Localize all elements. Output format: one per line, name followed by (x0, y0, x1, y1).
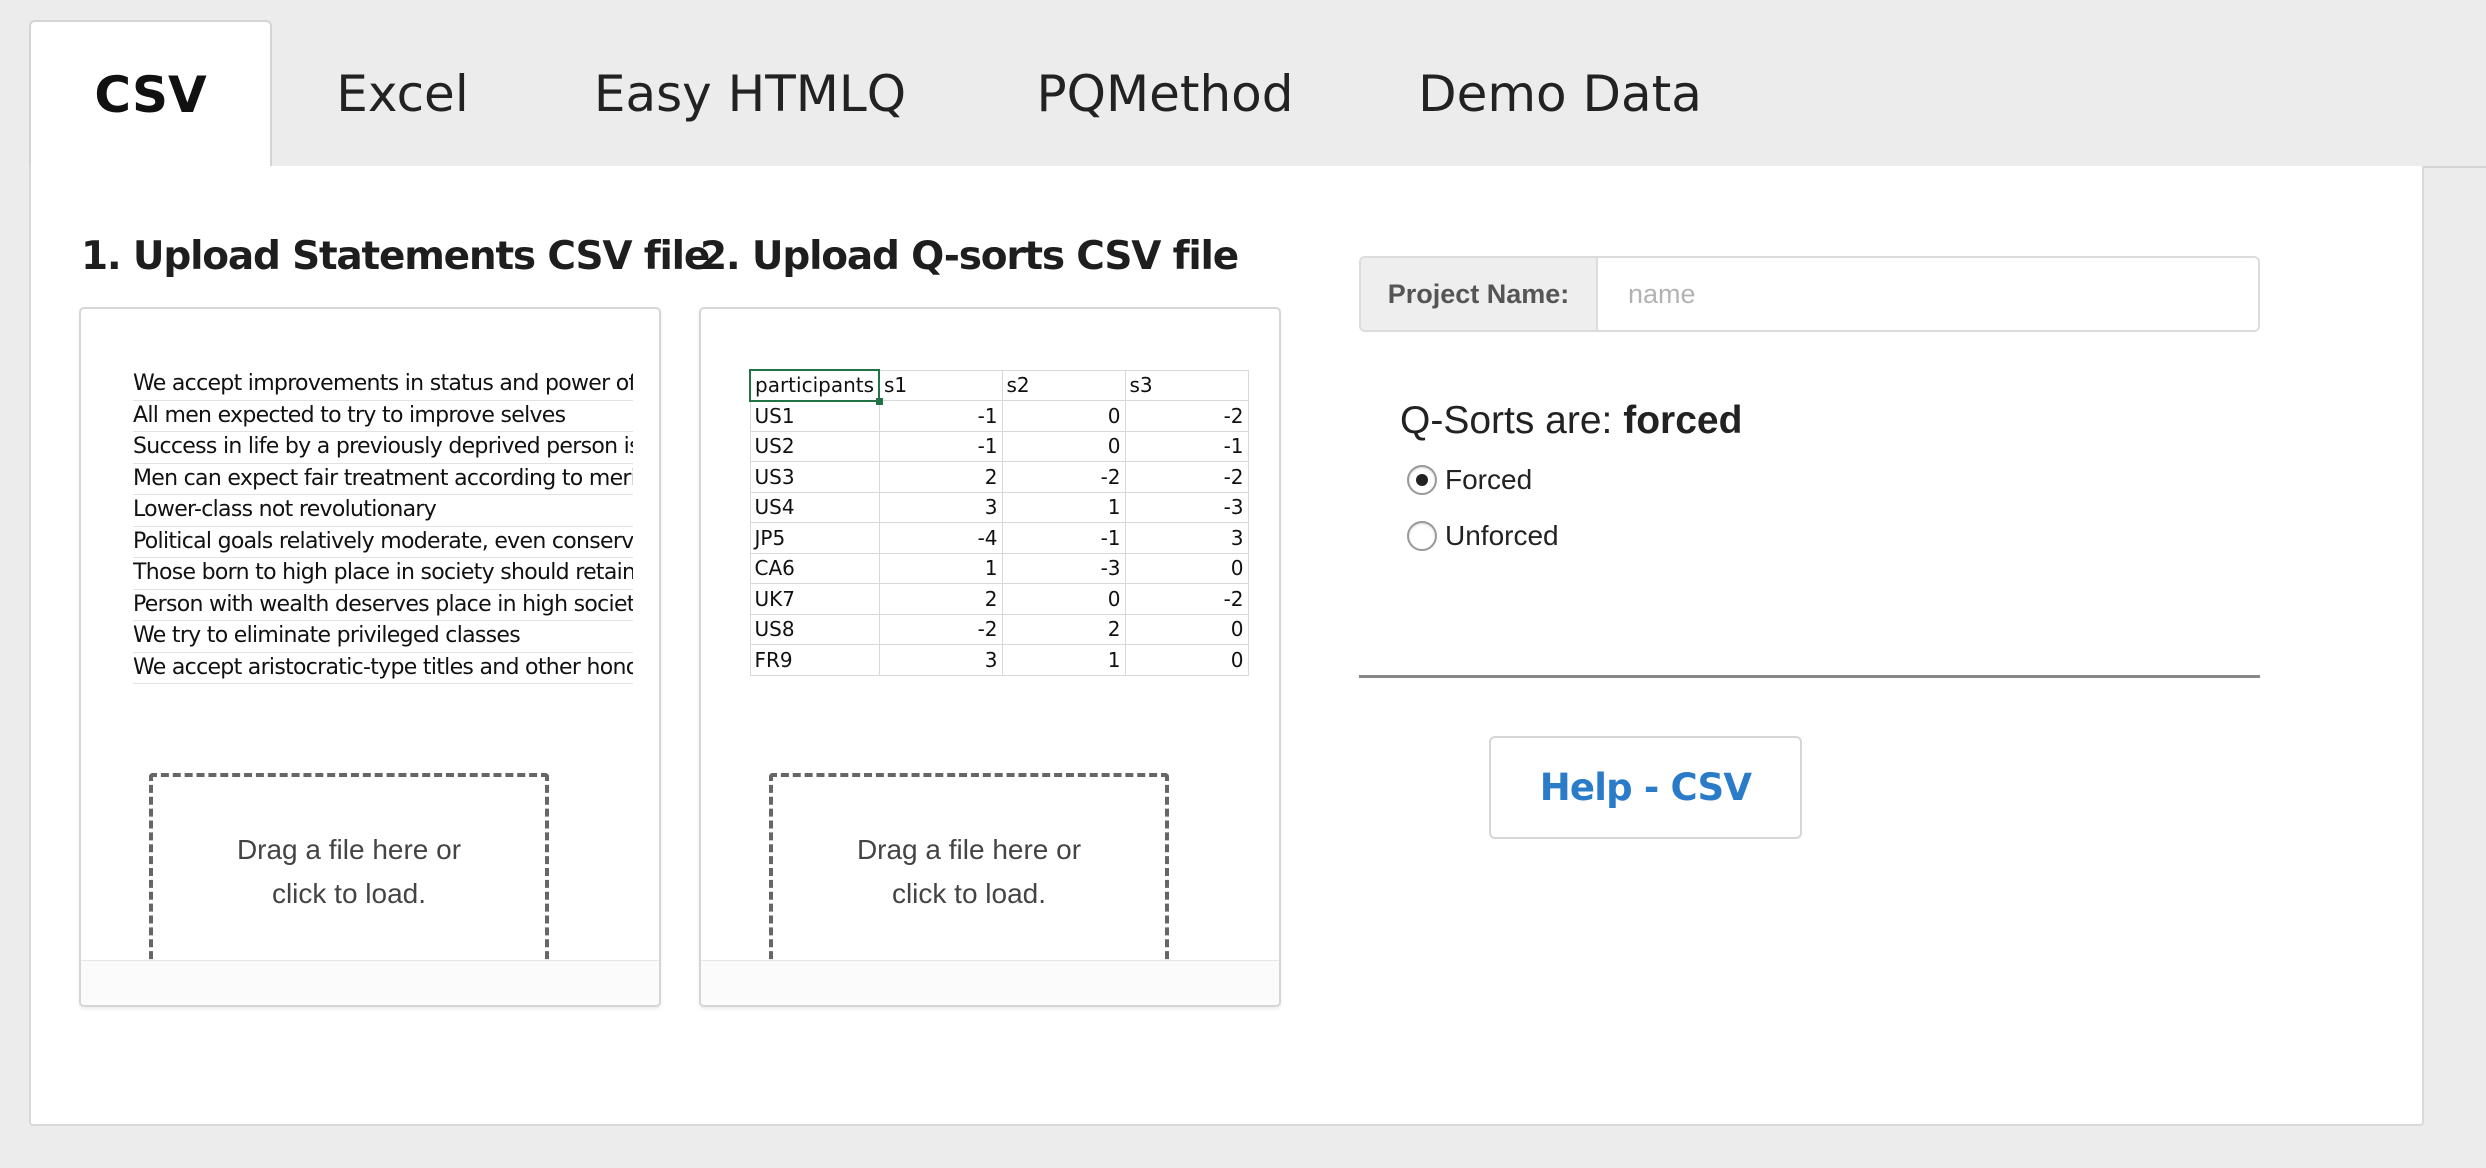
sheet-cell: -2 (1124, 461, 1249, 493)
statement-preview-row: Success in life by a previously deprived… (133, 432, 633, 464)
qsort-type-prefix: Q-Sorts are: (1400, 399, 1624, 442)
project-name-input[interactable] (1598, 258, 2258, 330)
sheet-cell: -1 (878, 430, 1003, 462)
radio-unforced[interactable] (1407, 521, 1437, 551)
sheet-cell: 1 (878, 552, 1003, 584)
sheet-cell: FR9 (749, 644, 880, 676)
radio-forced-label: Forced (1445, 464, 1533, 495)
qsorts-preview-image: participants s1 s2 s3 US1 -1 0 -2 US2 -1 0 -1 US3 2 -2… (748, 369, 1249, 676)
dropzone-text-line1: Drag a file here or (236, 834, 462, 865)
sheet-row: US8 -2 2 0 (749, 613, 1249, 645)
statement-preview-row: Political goals relatively moderate, eve… (133, 527, 633, 558)
sheet-cell: 3 (878, 491, 1003, 523)
statements-upload-title: 1. Upload Statements CSV file (81, 234, 710, 279)
sheet-row: US1 -1 0 -2 (749, 400, 1249, 432)
sheet-cell: 0 (1124, 552, 1249, 584)
project-name-label: Project Name: (1361, 258, 1598, 330)
qsorts-upload-title: 2. Upload Q-sorts CSV file (700, 234, 1239, 279)
radio-forced[interactable] (1407, 465, 1437, 495)
sheet-cell: 0 (1001, 583, 1126, 615)
tab-pqmethod[interactable]: PQMethod (1010, 20, 1320, 168)
sheet-cell: 2 (878, 583, 1003, 615)
tab-csv[interactable]: CSV (29, 20, 272, 168)
dropzone-text-line2: click to load. (891, 878, 1047, 909)
sheet-row: CA6 1 -3 0 (749, 552, 1249, 584)
sheet-cell: JP5 (749, 522, 880, 554)
sheet-cell: -4 (878, 522, 1003, 554)
sheet-row: UK7 2 0 -2 (749, 583, 1249, 615)
sheet-cell: -1 (1124, 430, 1249, 462)
statements-dropzone[interactable]: Drag a file here or click to load. (149, 773, 549, 971)
statements-upload-card: We accept improvements in status and pow… (79, 307, 661, 1007)
sheet-cell: 0 (1124, 613, 1249, 645)
sheet-cell: -3 (1124, 491, 1249, 523)
help-csv-button[interactable]: Help - CSV (1489, 736, 1802, 839)
qsort-type-heading: Q-Sorts are: forced (1400, 399, 1742, 443)
card-footer (701, 960, 1279, 1005)
sheet-row: US2 -1 0 -1 (749, 430, 1249, 462)
sheet-header-cell: s1 (878, 369, 1003, 401)
sheet-cell: US1 (749, 400, 880, 432)
sheet-header-row: participants s1 s2 s3 (748, 369, 1249, 405)
sheet-cell: 0 (1001, 430, 1126, 462)
sheet-header-cell: participants (748, 369, 885, 405)
sheet-cell: 3 (878, 644, 1003, 676)
radio-forced-option[interactable]: Forced (1407, 460, 1532, 500)
sheet-row: FR9 3 1 0 (749, 644, 1249, 676)
statement-preview-row: Men can expect fair treatment according … (133, 464, 633, 495)
sheet-cell: US8 (749, 613, 880, 645)
statement-preview-row: All men expected to try to improve selve… (133, 401, 633, 432)
sheet-cell: -2 (1124, 400, 1249, 432)
tab-demo-data[interactable]: Demo Data (1400, 20, 1720, 168)
sheet-row: US3 2 -2 -2 (749, 461, 1249, 493)
sheet-cell: 2 (1001, 613, 1126, 645)
qsorts-dropzone[interactable]: Drag a file here or click to load. (769, 773, 1169, 971)
statement-preview-row: Lower-class not revolutionary (133, 495, 633, 527)
sheet-row: JP5 -4 -1 3 (749, 522, 1249, 554)
section-divider (1359, 675, 2260, 678)
sheet-header-cell: s2 (1001, 369, 1126, 401)
radio-unforced-label: Unforced (1445, 520, 1559, 551)
sheet-cell: US4 (749, 491, 880, 523)
qsort-type-value: forced (1623, 399, 1743, 442)
sheet-cell: 2 (878, 461, 1003, 493)
sheet-cell: 1 (1001, 644, 1126, 676)
statement-preview-row: We accept improvements in status and pow… (133, 369, 633, 401)
statement-preview-row: We try to eliminate privileged classes (133, 621, 633, 653)
sheet-cell: -2 (1001, 461, 1126, 493)
sheet-header-cell: s3 (1124, 369, 1249, 401)
statements-preview-image: We accept improvements in status and pow… (133, 369, 633, 684)
dropzone-text-line1: Drag a file here or (856, 834, 1082, 865)
sheet-cell: CA6 (749, 552, 880, 584)
sheet-cell: US3 (749, 461, 880, 493)
sheet-cell: US2 (749, 430, 880, 462)
sheet-row: US4 3 1 -3 (749, 491, 1249, 523)
sheet-cell: 3 (1124, 522, 1249, 554)
sheet-cell: -3 (1001, 552, 1126, 584)
sheet-cell: UK7 (749, 583, 880, 615)
statement-preview-row: Those born to high place in society shou… (133, 558, 633, 590)
sheet-cell: -1 (1001, 522, 1126, 554)
sheet-cell: -2 (878, 613, 1003, 645)
project-name-group: Project Name: (1359, 256, 2260, 332)
tab-easy-htmlq[interactable]: Easy HTMLQ (580, 20, 920, 168)
statement-preview-row: We accept aristocratic-type titles and o… (133, 653, 633, 684)
sheet-cell: -2 (1124, 583, 1249, 615)
tab-bar: CSV Excel Easy HTMLQ PQMethod Demo Data (0, 0, 2486, 168)
sheet-cell: -1 (878, 400, 1003, 432)
qsorts-upload-card: participants s1 s2 s3 US1 -1 0 -2 US2 -1 0 -1 US3 2 -2… (699, 307, 1281, 1007)
tab-excel[interactable]: Excel (300, 20, 505, 168)
card-footer (81, 960, 659, 1005)
sheet-cell: 0 (1124, 644, 1249, 676)
sheet-cell: 0 (1001, 400, 1126, 432)
radio-unforced-option[interactable]: Unforced (1407, 516, 1559, 556)
csv-tab-panel: 1. Upload Statements CSV file 2. Upload … (29, 166, 2424, 1126)
sheet-cell: 1 (1001, 491, 1126, 523)
dropzone-text-line2: click to load. (271, 878, 427, 909)
statement-preview-row: Person with wealth deserves place in hig… (133, 590, 633, 621)
